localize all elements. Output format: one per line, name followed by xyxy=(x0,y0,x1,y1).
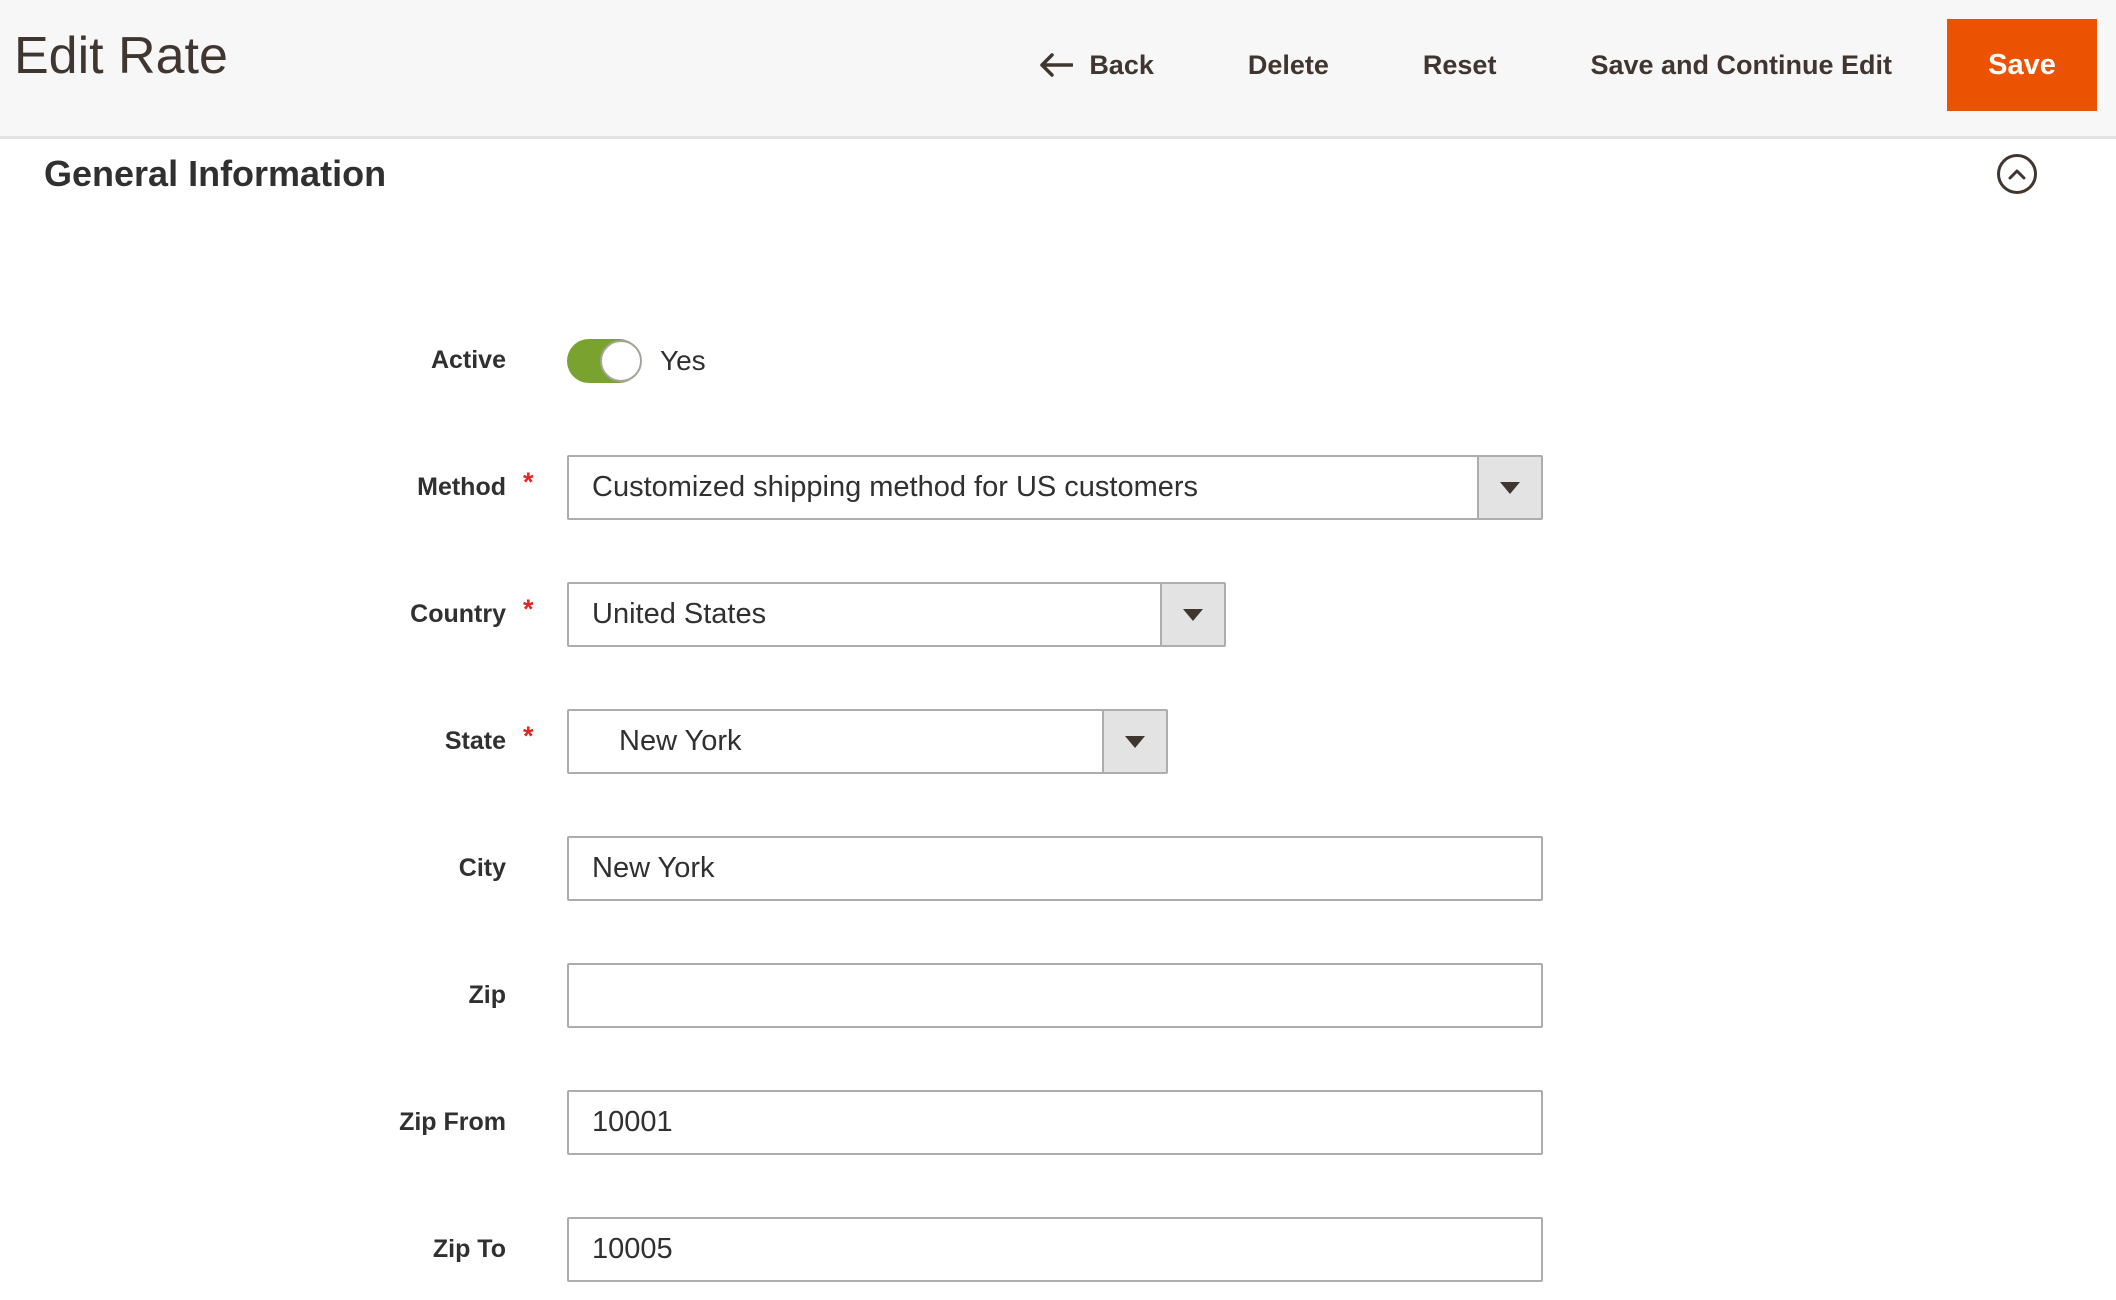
state-select[interactable]: New York xyxy=(567,709,1168,774)
arrow-left-icon xyxy=(1039,52,1074,78)
field-row-zip-from: Zip From xyxy=(0,1090,2116,1155)
method-select[interactable]: Customized shipping method for US custom… xyxy=(567,455,1543,520)
active-toggle-state-label: Yes xyxy=(660,344,706,376)
city-input[interactable] xyxy=(567,836,1543,901)
field-row-zip-to: Zip To xyxy=(0,1217,2116,1282)
caret-down-icon xyxy=(1125,735,1145,748)
page-header: Edit Rate Back Delete Reset Save and Con… xyxy=(0,0,2116,139)
country-select[interactable]: United States xyxy=(567,582,1226,647)
back-button-label: Back xyxy=(1089,49,1154,80)
country-required-asterisk: * xyxy=(523,594,534,624)
zip-from-input[interactable] xyxy=(567,1090,1543,1155)
state-required-asterisk: * xyxy=(523,721,534,751)
general-information-form: Active Yes Method * Customized shipping … xyxy=(0,328,2116,1282)
country-label: Country xyxy=(410,600,506,628)
state-label: State xyxy=(444,727,506,755)
field-row-country: Country * United States xyxy=(0,582,2116,647)
field-row-active: Active Yes xyxy=(0,328,2116,393)
method-label: Method xyxy=(417,473,506,501)
field-row-state: State * New York xyxy=(0,709,2116,774)
method-select-arrow[interactable] xyxy=(1477,457,1541,518)
method-select-value: Customized shipping method for US custom… xyxy=(592,471,1199,503)
back-button[interactable]: Back xyxy=(1039,50,1154,81)
zip-input[interactable] xyxy=(567,963,1543,1028)
page-title: Edit Rate xyxy=(14,27,228,85)
zip-to-input[interactable] xyxy=(567,1217,1543,1282)
page-actions-bar: Back Delete Reset Save and Continue Edit… xyxy=(1039,0,2097,130)
method-required-asterisk: * xyxy=(523,467,534,497)
field-row-zip: Zip xyxy=(0,963,2116,1028)
save-and-continue-label: Save and Continue Edit xyxy=(1590,49,1892,80)
field-row-method: Method * Customized shipping method for … xyxy=(0,455,2116,520)
zip-from-label: Zip From xyxy=(399,1108,506,1136)
state-select-arrow[interactable] xyxy=(1102,711,1166,772)
zip-to-label: Zip To xyxy=(432,1235,506,1263)
general-information-section-header: General Information xyxy=(0,139,2116,197)
country-select-arrow[interactable] xyxy=(1160,584,1224,645)
caret-down-icon xyxy=(1183,608,1203,621)
delete-button-label: Delete xyxy=(1247,49,1329,80)
reset-button-label: Reset xyxy=(1422,49,1497,80)
city-label: City xyxy=(458,854,506,882)
chevron-up-icon xyxy=(2008,169,2026,180)
zip-label: Zip xyxy=(468,981,507,1009)
delete-button[interactable]: Delete xyxy=(1248,50,1329,81)
collapse-section-button[interactable] xyxy=(1997,154,2037,194)
toggle-knob xyxy=(600,339,642,382)
save-button[interactable]: Save xyxy=(1947,19,2097,111)
active-label: Active xyxy=(430,346,506,374)
caret-down-icon xyxy=(1500,481,1520,494)
state-select-value: New York xyxy=(619,725,742,757)
active-toggle[interactable] xyxy=(567,338,642,383)
save-and-continue-button[interactable]: Save and Continue Edit xyxy=(1590,50,1892,81)
reset-button[interactable]: Reset xyxy=(1423,50,1497,81)
section-title: General Information xyxy=(44,153,387,194)
country-select-value: United States xyxy=(592,598,767,630)
edit-rate-page: Edit Rate Back Delete Reset Save and Con… xyxy=(0,0,2116,1300)
field-row-city: City xyxy=(0,836,2116,901)
